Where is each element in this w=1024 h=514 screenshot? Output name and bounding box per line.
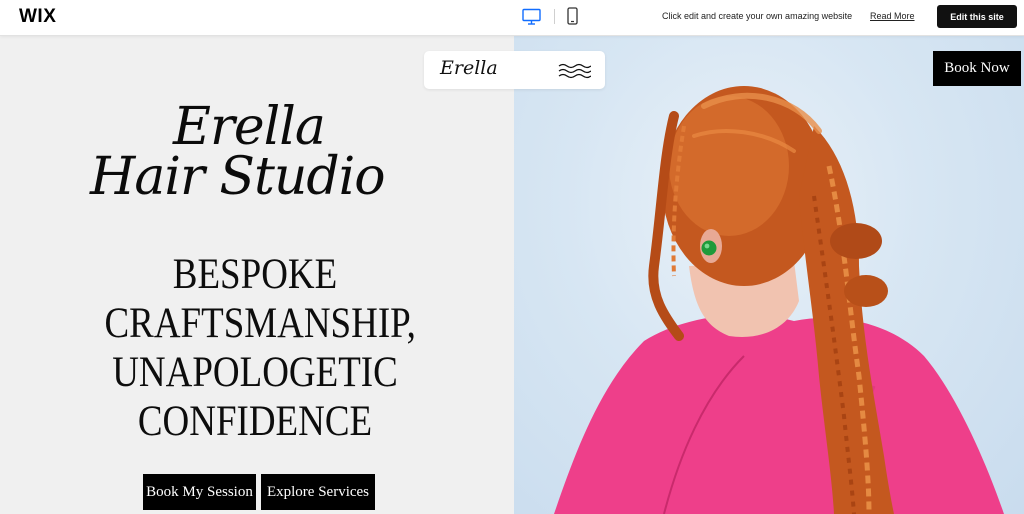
book-now-button[interactable]: Book Now [933, 51, 1021, 86]
tagline-line: UNAPOLOGETIC [112, 349, 398, 396]
site-header-card: Erella [424, 51, 605, 89]
promo-text: Click edit and create your own amazing w… [662, 11, 853, 21]
device-separator [554, 9, 555, 24]
tagline-line: CONFIDENCE [137, 398, 373, 445]
hero-left-panel: Erella Hair Studio BESPOKE CRAFTSMANSHIP… [0, 36, 514, 514]
mobile-icon[interactable] [566, 7, 579, 26]
wavy-menu-icon[interactable] [558, 63, 591, 79]
desktop-icon[interactable] [522, 8, 541, 26]
model-illustration [554, 86, 1004, 514]
hero-brand-title: Erella Hair Studio [60, 97, 460, 207]
hero-title-line1: Erella [173, 97, 326, 157]
edit-site-button[interactable]: Edit this site [937, 5, 1017, 28]
book-my-session-button[interactable]: Book My Session [143, 474, 256, 510]
explore-services-button[interactable]: Explore Services [261, 474, 375, 510]
tagline-line: BESPOKE [172, 251, 338, 298]
wix-logo[interactable]: WIX [19, 6, 56, 28]
hero-title-line2: Hair Studio [90, 147, 386, 207]
site-logo[interactable]: Erella [440, 57, 498, 79]
wix-top-bar: WIX Click edit and create your own amazi… [0, 0, 1024, 36]
hero-tagline: BESPOKE CRAFTSMANSHIP, UNAPOLOGETIC CONF… [104, 250, 416, 446]
tagline-line: CRAFTSMANSHIP, [104, 300, 416, 347]
hero-photo [514, 36, 1024, 514]
read-more-link[interactable]: Read More [870, 11, 915, 21]
